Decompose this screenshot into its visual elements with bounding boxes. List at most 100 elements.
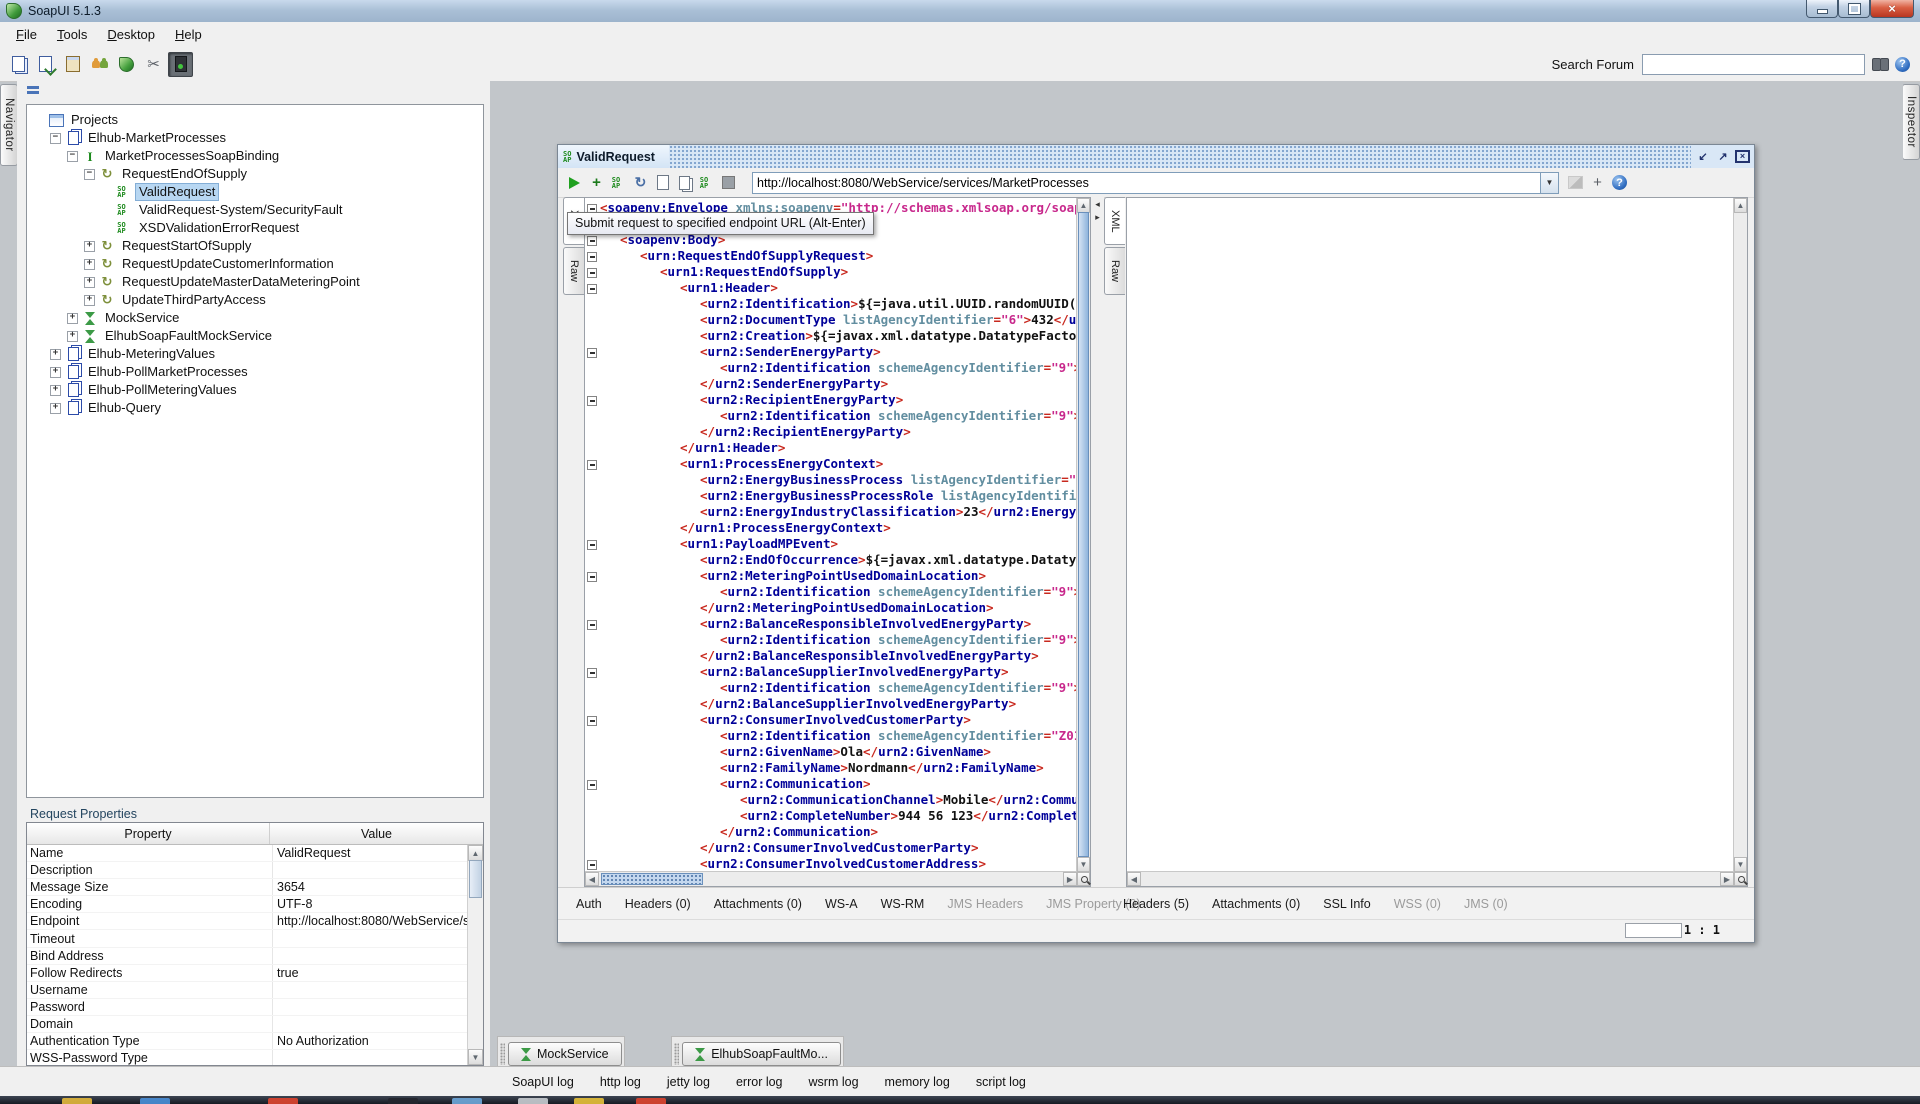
xml-code-area[interactable]: <soapenv:Envelope xmlns:soapenv="http://…: [585, 198, 1077, 872]
search-icon[interactable]: [1872, 58, 1889, 70]
window-close-icon[interactable]: ×: [1735, 150, 1750, 163]
tree-item-elhub-pollmarketprocesses[interactable]: +Elhub-PollMarketProcesses: [27, 363, 483, 381]
tree-item-elhub-marketprocesses[interactable]: −Elhub-MarketProcesses: [27, 129, 483, 147]
code-line[interactable]: </urn2:RecipientEnergyParty>: [585, 424, 1077, 440]
fold-toggle-icon[interactable]: [585, 392, 600, 408]
property-row[interactable]: WSS-Password Type: [27, 1050, 483, 1066]
minimized-window-button[interactable]: ElhubSoapFaultMo...: [682, 1042, 841, 1066]
fold-toggle-icon[interactable]: [585, 280, 600, 296]
code-line[interactable]: </urn2:ConsumerInvolvedCustomerParty>: [585, 840, 1077, 856]
code-line[interactable]: <urn2:SenderEnergyParty>: [585, 344, 1077, 360]
scroll-down-icon[interactable]: ▼: [468, 1049, 483, 1065]
tree-expander-icon[interactable]: +: [84, 241, 95, 252]
scroll-right-icon[interactable]: ▶: [1063, 872, 1077, 886]
tree-expander-icon[interactable]: +: [50, 385, 61, 396]
property-row[interactable]: NameValidRequest: [27, 845, 483, 862]
tree-expander-icon[interactable]: −: [50, 133, 61, 144]
close-button[interactable]: ×: [1870, 0, 1914, 18]
code-line[interactable]: <urn2:Identification schemeAgencyIdentif…: [585, 360, 1077, 376]
status-field[interactable]: [1625, 923, 1682, 938]
search-forum-input[interactable]: [1642, 54, 1865, 75]
response-tab-headers-5-[interactable]: Headers (5): [1123, 897, 1189, 911]
create-document-button[interactable]: [652, 172, 673, 193]
code-line[interactable]: </urn2:MeteringPointUsedDomainLocation>: [585, 600, 1077, 616]
tree-item-requestupdatemasterdatameteringpoint[interactable]: +↻RequestUpdateMasterDataMeteringPoint: [27, 273, 483, 291]
taskbar-icon[interactable]: [574, 1098, 604, 1104]
scroll-thumb[interactable]: [601, 873, 703, 885]
code-line[interactable]: <urn2:BalanceSupplierInvolvedEnergyParty…: [585, 664, 1077, 680]
tree-expander-icon[interactable]: −: [84, 169, 95, 180]
property-row[interactable]: Description: [27, 862, 483, 879]
navigator-tab[interactable]: Navigator: [0, 84, 18, 166]
code-line[interactable]: <urn2:FamilyName>Nordmann</urn2:FamilyNa…: [585, 760, 1077, 776]
tree-item-elhubsoapfaultmockservice[interactable]: +ElhubSoapFaultMockService: [27, 327, 483, 345]
new-project-button[interactable]: [6, 52, 31, 77]
scroll-down-icon[interactable]: ▼: [1734, 857, 1747, 872]
forum-button[interactable]: [87, 52, 112, 77]
scroll-right-icon[interactable]: ▶: [1720, 872, 1734, 886]
response-panel[interactable]: ▲ ▼ ◀ ▶: [1126, 197, 1748, 887]
code-line[interactable]: <urn2:BalanceResponsibleInvolvedEnergyPa…: [585, 616, 1077, 632]
code-line[interactable]: <urn1:PayloadMPEvent>: [585, 536, 1077, 552]
fold-toggle-icon[interactable]: [585, 456, 600, 472]
code-line[interactable]: <urn2:Identification>${=java.util.UUID.r…: [585, 296, 1077, 312]
fold-toggle-icon[interactable]: [585, 616, 600, 632]
code-line[interactable]: </urn2:SenderEnergyParty>: [585, 376, 1077, 392]
code-line[interactable]: <urn2:Identification schemeAgencyIdentif…: [585, 680, 1077, 696]
endpoint-dropdown-icon[interactable]: ▼: [1540, 173, 1558, 193]
tree-expander-icon[interactable]: +: [67, 331, 78, 342]
property-row[interactable]: Username: [27, 982, 483, 999]
response-horizontal-scrollbar[interactable]: ◀ ▶: [1127, 871, 1734, 886]
taskbar-icon[interactable]: [518, 1098, 548, 1104]
code-line[interactable]: <urn2:EndOfOccurrence>${=javax.xml.datat…: [585, 552, 1077, 568]
tree-expander-icon[interactable]: +: [84, 277, 95, 288]
scroll-thumb[interactable]: [469, 860, 482, 898]
inspector-tab[interactable]: Inspector: [1902, 84, 1920, 160]
response-xml-tab[interactable]: XML: [1104, 197, 1125, 245]
tree-expander-icon[interactable]: +: [84, 295, 95, 306]
code-line[interactable]: </urn1:Header>: [585, 440, 1077, 456]
fold-toggle-icon[interactable]: [585, 664, 600, 680]
code-line[interactable]: <urn1:Header>: [585, 280, 1077, 296]
code-line[interactable]: </urn2:BalanceSupplierInvolvedEnergyPart…: [585, 696, 1077, 712]
log-tab-script-log[interactable]: script log: [976, 1075, 1026, 1089]
property-row[interactable]: Endpointhttp://localhost:8080/WebService…: [27, 913, 483, 930]
scroll-up-icon[interactable]: ▲: [468, 845, 483, 861]
fold-toggle-icon[interactable]: [585, 856, 600, 872]
property-row[interactable]: Domain: [27, 1016, 483, 1033]
taskbar-icon[interactable]: [388, 1098, 418, 1104]
code-line[interactable]: <urn2:ConsumerInvolvedCustomerAddress>: [585, 856, 1077, 872]
minimized-window-button[interactable]: MockService: [508, 1042, 622, 1066]
code-line[interactable]: <urn2:Creation>${=javax.xml.datatype.Dat…: [585, 328, 1077, 344]
menu-file[interactable]: File: [6, 24, 47, 45]
taskbar-icon[interactable]: [62, 1098, 92, 1104]
starter-page-button[interactable]: [114, 52, 139, 77]
tree-item-elhub-meteringvalues[interactable]: +Elhub-MeteringValues: [27, 345, 483, 363]
scroll-down-icon[interactable]: ▼: [1077, 857, 1090, 872]
tree-item-requestupdatecustomerinformation[interactable]: +↻RequestUpdateCustomerInformation: [27, 255, 483, 273]
property-row[interactable]: Timeout: [27, 930, 483, 947]
tree-item-requestendofsupply[interactable]: −↻RequestEndOfSupply: [27, 165, 483, 183]
menu-desktop[interactable]: Desktop: [97, 24, 165, 45]
taskbar-icon[interactable]: [268, 1098, 298, 1104]
tree-item-validrequest[interactable]: SOAPValidRequest: [27, 183, 483, 201]
code-line[interactable]: <urn2:CompleteNumber>944 56 123</urn2:Co…: [585, 808, 1077, 824]
cancel-request-button[interactable]: [718, 172, 739, 193]
fold-toggle-icon[interactable]: [585, 776, 600, 792]
tree-expander-icon[interactable]: +: [67, 313, 78, 324]
fold-toggle-icon[interactable]: [585, 248, 600, 264]
request-xml-editor[interactable]: <soapenv:Envelope xmlns:soapenv="http://…: [584, 197, 1091, 887]
window-maximize-icon[interactable]: ↗: [1715, 150, 1731, 164]
request-help-button[interactable]: ?: [1609, 172, 1630, 193]
code-line[interactable]: <urn2:Identification schemeAgencyIdentif…: [585, 408, 1077, 424]
code-line[interactable]: </urn2:BalanceResponsibleInvolvedEnergyP…: [585, 648, 1077, 664]
tree-expander-icon[interactable]: −: [67, 151, 78, 162]
clone-request-button[interactable]: [674, 172, 695, 193]
log-tab-wsrm-log[interactable]: wsrm log: [809, 1075, 859, 1089]
drag-grip-icon[interactable]: [674, 1043, 679, 1065]
response-tab-ssl-info[interactable]: SSL Info: [1323, 897, 1371, 911]
scroll-left-icon[interactable]: ◀: [585, 872, 599, 886]
magnifier-icon[interactable]: [1734, 872, 1747, 886]
code-line[interactable]: <urn2:ConsumerInvolvedCustomerParty>: [585, 712, 1077, 728]
scroll-up-icon[interactable]: ▲: [1734, 198, 1747, 213]
